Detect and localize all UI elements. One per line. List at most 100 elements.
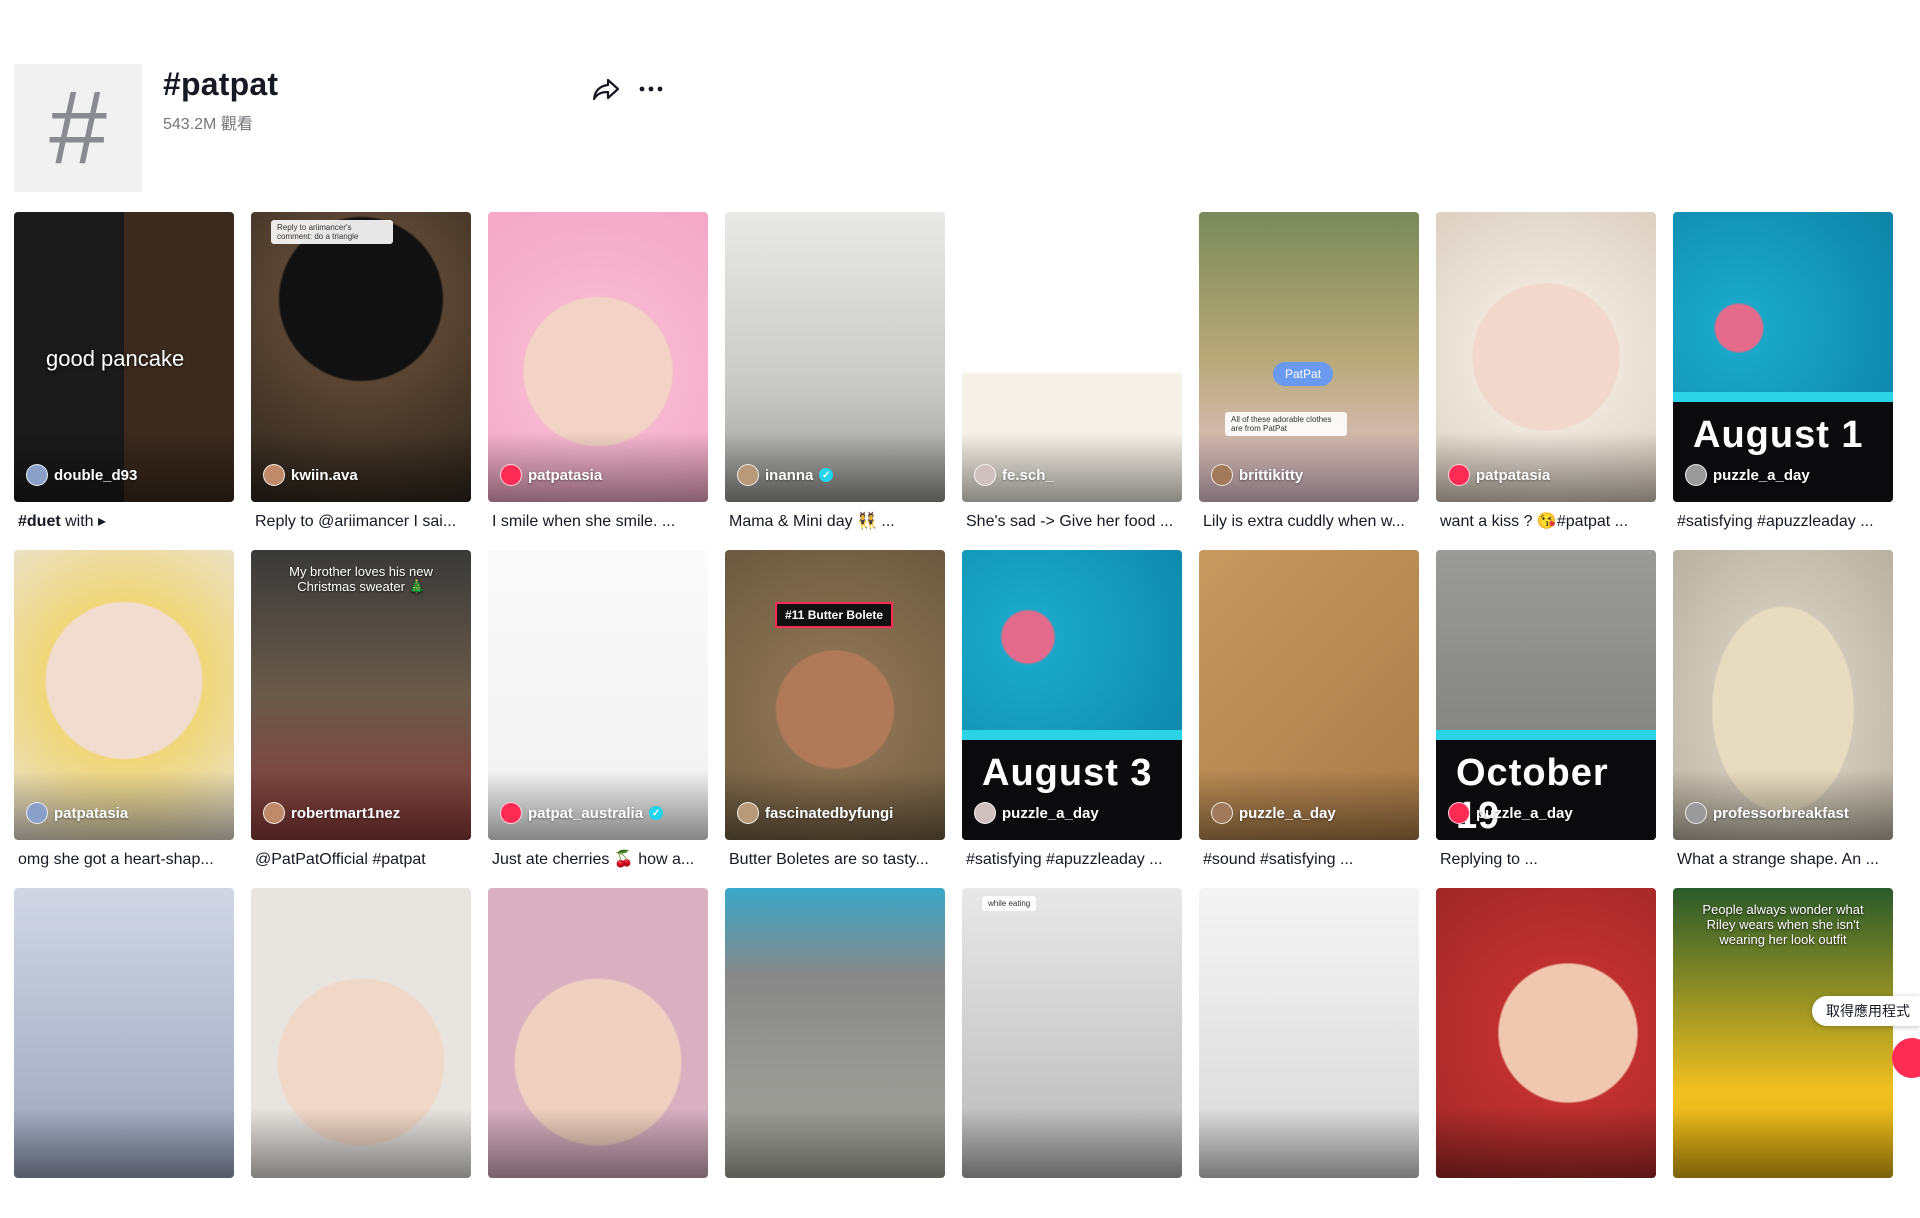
video-caption[interactable]: #duet with ▸ xyxy=(14,502,234,542)
video-card[interactable]: professorbreakfast What a strange shape. … xyxy=(1673,550,1893,880)
video-card[interactable]: #11 Butter Bolete fascinatedbyfungi Butter… xyxy=(725,550,945,880)
video-card[interactable] xyxy=(488,888,708,1218)
video-author[interactable]: puzzle_a_day xyxy=(1448,802,1573,824)
video-author[interactable]: patpatasia xyxy=(500,464,602,486)
video-card[interactable] xyxy=(725,888,945,1218)
video-caption[interactable]: #sound #satisfying ... xyxy=(1199,840,1419,880)
video-thumbnail[interactable]: patpatasia xyxy=(1436,212,1656,502)
video-card[interactable]: puzzle_a_day #sound #satisfying ... xyxy=(1199,550,1419,880)
avatar xyxy=(1211,464,1233,486)
caption-hashtag[interactable]: #duet xyxy=(18,513,61,530)
video-thumbnail[interactable]: August 3 puzzle_a_day xyxy=(962,550,1182,840)
video-author[interactable]: puzzle_a_day xyxy=(1211,802,1336,824)
video-author[interactable]: puzzle_a_day xyxy=(974,802,1099,824)
video-thumbnail[interactable]: patpatasia xyxy=(488,212,708,502)
video-author[interactable]: double_d93 xyxy=(26,464,137,486)
video-caption[interactable]: She's sad -> Give her food ... xyxy=(962,502,1182,542)
get-app-button[interactable]: 取得應用程式 xyxy=(1812,996,1920,1026)
video-caption[interactable]: I smile when she smile. ... xyxy=(488,502,708,542)
avatar xyxy=(1448,802,1470,824)
video-thumbnail[interactable]: People always wonder what Riley wears wh… xyxy=(1673,888,1893,1178)
video-card[interactable]: PatPat All of these adorable clothes are … xyxy=(1199,212,1419,542)
video-card[interactable]: Reply to ariimancer's comment: do a tria… xyxy=(251,212,471,542)
video-caption[interactable]: Mama & Mini day 👯 ... xyxy=(725,502,945,542)
video-thumbnail[interactable] xyxy=(725,888,945,1178)
video-thumbnail[interactable]: patpat_australia ✓ xyxy=(488,550,708,840)
video-thumbnail[interactable]: good pancake double_d93 xyxy=(14,212,234,502)
video-thumbnail[interactable]: puzzle_a_day xyxy=(1199,550,1419,840)
video-author[interactable]: fe.sch_ xyxy=(974,464,1054,486)
video-thumbnail[interactable]: inanna ✓ xyxy=(725,212,945,502)
video-author[interactable]: brittikitty xyxy=(1211,464,1303,486)
video-thumbnail[interactable]: PatPat All of these adorable clothes are … xyxy=(1199,212,1419,502)
video-thumbnail[interactable]: professorbreakfast xyxy=(1673,550,1893,840)
author-username: double_d93 xyxy=(54,466,138,484)
video-caption[interactable]: Butter Boletes are so tasty... xyxy=(725,840,945,880)
video-card[interactable]: People always wonder what Riley wears wh… xyxy=(1673,888,1893,1218)
video-card[interactable]: August 1 puzzle_a_day #satisfying #apuzzle… xyxy=(1673,212,1893,542)
video-author[interactable]: patpatasia xyxy=(26,802,128,824)
video-card[interactable]: October 19 puzzle_a_day Replying to ... xyxy=(1436,550,1656,880)
video-card[interactable]: good pancake double_d93 #duet with ▸ xyxy=(14,212,234,542)
overlay-badge: PatPat xyxy=(1273,362,1334,386)
video-card[interactable]: fe.sch_ She's sad -> Give her food ... xyxy=(962,212,1182,542)
video-caption[interactable] xyxy=(962,1178,1182,1218)
video-caption[interactable]: Just ate cherries 🍒 how a... xyxy=(488,840,708,880)
author-username: fascinatedbyfungi xyxy=(765,804,894,822)
video-card[interactable] xyxy=(14,888,234,1218)
video-card[interactable]: while eating xyxy=(962,888,1182,1218)
more-options-icon[interactable] xyxy=(636,76,666,102)
video-card[interactable]: August 3 puzzle_a_day #satisfying #apuzzle… xyxy=(962,550,1182,880)
video-thumbnail[interactable]: patpatasia xyxy=(14,550,234,840)
video-thumbnail[interactable]: while eating xyxy=(962,888,1182,1178)
video-card[interactable] xyxy=(1436,888,1656,1218)
video-thumbnail[interactable] xyxy=(251,888,471,1178)
video-thumbnail[interactable] xyxy=(1436,888,1656,1178)
video-caption[interactable] xyxy=(1199,1178,1419,1218)
video-thumbnail[interactable] xyxy=(1199,888,1419,1178)
video-author[interactable]: patpat_australia ✓ xyxy=(500,802,664,824)
video-author[interactable]: professorbreakfast xyxy=(1685,802,1849,824)
video-card[interactable]: patpatasia omg she got a heart-shap... xyxy=(14,550,234,880)
video-caption[interactable] xyxy=(488,1178,708,1218)
video-card[interactable] xyxy=(251,888,471,1218)
video-caption[interactable]: What a strange shape. An ... xyxy=(1673,840,1893,880)
author-username: patpatasia xyxy=(54,804,129,822)
video-caption[interactable]: #satisfying #apuzzleaday ... xyxy=(1673,502,1893,542)
video-caption[interactable] xyxy=(1673,1178,1893,1218)
caption-text: Just ate cherries 🍒 how a... xyxy=(492,851,695,868)
video-caption[interactable]: Replying to ... xyxy=(1436,840,1656,880)
video-thumbnail[interactable]: October 19 puzzle_a_day xyxy=(1436,550,1656,840)
video-author[interactable]: fascinatedbyfungi xyxy=(737,802,893,824)
video-card[interactable]: My brother loves his new Christmas sweat… xyxy=(251,550,471,880)
video-author[interactable]: patpatasia xyxy=(1448,464,1550,486)
video-author[interactable]: puzzle_a_day xyxy=(1685,464,1810,486)
video-caption[interactable] xyxy=(725,1178,945,1218)
video-caption[interactable]: omg she got a heart-shap... xyxy=(14,840,234,880)
video-thumbnail[interactable]: Reply to ariimancer's comment: do a tria… xyxy=(251,212,471,502)
video-card[interactable]: patpatasia I smile when she smile. ... xyxy=(488,212,708,542)
video-card[interactable]: patpat_australia ✓ Just ate cherries 🍒 how… xyxy=(488,550,708,880)
video-caption[interactable]: Reply to @ariimancer I sai... xyxy=(251,502,471,542)
video-thumbnail[interactable] xyxy=(488,888,708,1178)
video-thumbnail[interactable]: My brother loves his new Christmas sweat… xyxy=(251,550,471,840)
video-caption[interactable]: want a kiss ? 😘#patpat ... xyxy=(1436,502,1656,542)
video-caption[interactable]: @PatPatOfficial #patpat xyxy=(251,840,471,880)
video-card[interactable]: inanna ✓ Mama & Mini day 👯 ... xyxy=(725,212,945,542)
video-thumbnail[interactable]: August 1 puzzle_a_day xyxy=(1673,212,1893,502)
share-icon[interactable] xyxy=(591,76,621,102)
video-card[interactable] xyxy=(1199,888,1419,1218)
video-thumbnail[interactable]: #11 Butter Bolete fascinatedbyfungi xyxy=(725,550,945,840)
video-caption[interactable]: Lily is extra cuddly when w... xyxy=(1199,502,1419,542)
video-caption[interactable] xyxy=(1436,1178,1656,1218)
video-thumbnail[interactable]: fe.sch_ xyxy=(962,212,1182,502)
video-card[interactable]: patpatasia want a kiss ? 😘#patpat ... xyxy=(1436,212,1656,542)
video-author[interactable]: inanna ✓ xyxy=(737,464,834,486)
video-thumbnail[interactable] xyxy=(14,888,234,1178)
video-caption[interactable] xyxy=(14,1178,234,1218)
video-caption[interactable] xyxy=(251,1178,471,1218)
caption-text: want a kiss ? 😘#patpat ... xyxy=(1440,513,1629,530)
video-caption[interactable]: #satisfying #apuzzleaday ... xyxy=(962,840,1182,880)
video-author[interactable]: robertmart1nez xyxy=(263,802,400,824)
video-author[interactable]: kwiin.ava xyxy=(263,464,358,486)
